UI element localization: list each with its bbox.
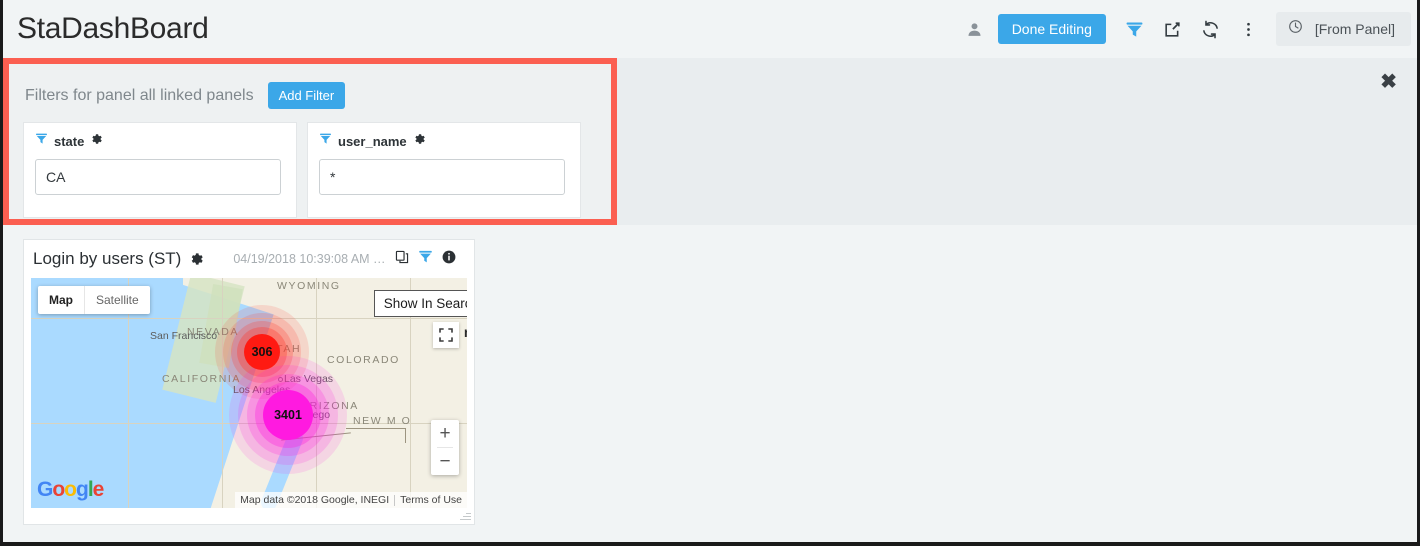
logo-letter: g [76, 478, 89, 501]
logo-letter: e [92, 478, 105, 501]
map-border [405, 428, 406, 443]
filter-icon [35, 132, 48, 150]
gear-icon[interactable] [189, 252, 204, 266]
map-grid-line [222, 278, 223, 508]
filter-card-header: state [24, 123, 296, 150]
dashboard-window: StaDashBoard Done Editing [From Panel] ✖… [0, 0, 1420, 546]
close-icon[interactable]: ✖ [1380, 72, 1397, 92]
map-widget[interactable]: WYOMING NEVADA UTAH COLORADO CALIFORNIA … [31, 278, 467, 508]
filter-card-header: user_name [308, 123, 580, 150]
filter-icon[interactable] [418, 249, 433, 269]
gear-icon[interactable] [90, 132, 103, 150]
map-attribution: Map data ©2018 Google, INEGI Terms of Us… [235, 492, 467, 508]
logo-letter: o [64, 478, 77, 501]
map-state-label: WYOMING [277, 280, 341, 292]
logo-letter: o [52, 478, 65, 501]
panel-timestamp: 04/19/2018 10:39:08 AM … [233, 252, 386, 266]
time-range-picker[interactable]: [From Panel] [1275, 12, 1411, 46]
filter-field-name: state [54, 133, 85, 149]
zoom-in-button[interactable]: + [431, 420, 459, 447]
export-icon[interactable] [1154, 10, 1192, 48]
filter-icon[interactable] [1116, 10, 1154, 48]
filter-icon [319, 132, 332, 150]
filter-cards: state CA user_name * [9, 109, 611, 218]
page-title: StaDashBoard [17, 12, 209, 45]
panel-header: Login by users (ST) 04/19/2018 10:39:08 … [24, 240, 474, 278]
clock-icon [1288, 19, 1303, 39]
map-state-label: NEW M O [353, 415, 412, 427]
map-data-attribution: Map data ©2018 Google, INEGI [240, 494, 390, 506]
user-icon[interactable] [956, 10, 994, 48]
fullscreen-icon[interactable] [433, 322, 459, 348]
info-icon[interactable] [442, 250, 456, 269]
map-marker-3401[interactable]: 3401 [263, 390, 313, 440]
zoom-out-button[interactable]: − [431, 448, 459, 475]
map-type-control: Map Satellite [38, 286, 150, 314]
filter-panel-heading: Filters for panel all linked panels [25, 86, 254, 104]
filter-field-name: user_name [338, 133, 407, 149]
app-header: StaDashBoard Done Editing [From Panel] [3, 0, 1417, 58]
map-type-satellite[interactable]: Satellite [85, 286, 150, 314]
map-zoom-control: + − [431, 420, 459, 475]
filter-value-input-state[interactable] [35, 159, 281, 195]
logo-letter: G [37, 478, 53, 501]
panel-login-by-users: Login by users (ST) 04/19/2018 10:39:08 … [23, 239, 475, 525]
panel-resize-handle[interactable] [460, 510, 471, 521]
map-city-label: San Francisco [150, 330, 218, 342]
filter-card-user-name: user_name [307, 122, 581, 218]
filter-value-input-user-name[interactable] [319, 159, 565, 195]
panel-title: Login by users (ST) [33, 249, 182, 268]
google-logo: Google [37, 478, 105, 502]
filter-band: ✖ Filters for panel all linked panels Ad… [3, 58, 1417, 225]
copy-icon[interactable] [395, 250, 409, 269]
map-type-map[interactable]: Map [38, 286, 84, 314]
submit-button-ghost[interactable]: nit [464, 324, 467, 340]
add-filter-button[interactable]: Add Filter [267, 82, 346, 109]
filter-card-state: state [23, 122, 297, 218]
time-range-label: [From Panel] [1314, 21, 1395, 37]
refresh-icon[interactable] [1192, 10, 1230, 48]
panel-actions [395, 249, 456, 269]
header-toolbar: Done Editing [From Panel] [956, 0, 1417, 58]
gear-icon[interactable] [413, 132, 425, 150]
done-editing-button[interactable]: Done Editing [997, 14, 1106, 44]
map-state-label: COLORADO [327, 354, 400, 366]
terms-of-use-link[interactable]: Terms of Use [395, 494, 467, 506]
show-in-search-tooltip[interactable]: Show In Search [373, 290, 467, 317]
map-border [346, 428, 406, 429]
filter-panel: Filters for panel all linked panels Add … [3, 58, 617, 225]
more-vertical-icon[interactable] [1230, 10, 1268, 48]
filter-panel-header: Filters for panel all linked panels Add … [9, 64, 611, 109]
map-marker-306[interactable]: 306 [244, 334, 280, 370]
